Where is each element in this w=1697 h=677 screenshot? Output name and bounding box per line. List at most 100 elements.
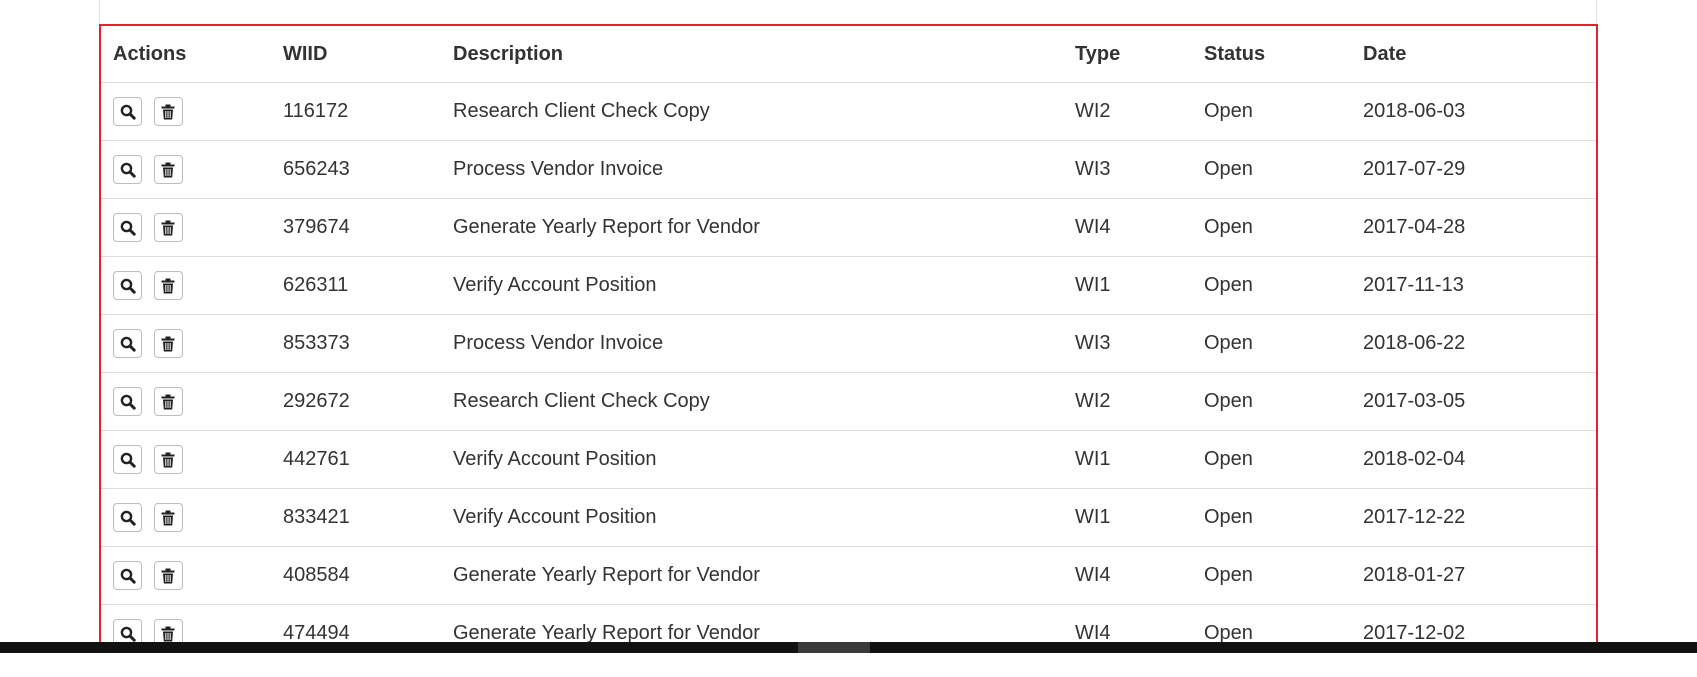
table-row: 853373 Process Vendor Invoice WI3 Open 2… — [101, 314, 1596, 373]
row-wiid: 116172 — [271, 82, 441, 141]
row-description: Verify Account Position — [441, 488, 1063, 547]
delete-button[interactable] — [153, 271, 183, 300]
row-status: Open — [1192, 82, 1351, 141]
trash-icon — [161, 626, 175, 641]
row-actions-cell — [101, 430, 271, 489]
row-description: Verify Account Position — [441, 256, 1063, 315]
trash-icon — [161, 162, 175, 177]
table-row: 116172 Research Client Check Copy WI2 Op… — [101, 82, 1596, 141]
row-actions-cell — [101, 488, 271, 547]
row-type: WI4 — [1063, 546, 1192, 605]
row-date: 2018-06-22 — [1351, 314, 1596, 373]
magnifier-icon — [120, 452, 136, 468]
row-description: Research Client Check Copy — [441, 372, 1063, 431]
row-actions-cell — [101, 546, 271, 605]
row-type: WI2 — [1063, 372, 1192, 431]
delete-button[interactable] — [153, 503, 183, 532]
row-wiid: 656243 — [271, 140, 441, 199]
magnifier-icon — [120, 220, 136, 236]
trash-icon — [161, 568, 175, 583]
row-wiid: 626311 — [271, 256, 441, 315]
view-button[interactable] — [113, 503, 142, 532]
work-items-page: Actions WIID Description Type Status Dat… — [0, 0, 1697, 677]
delete-button[interactable] — [153, 445, 183, 474]
row-type: WI1 — [1063, 256, 1192, 315]
row-date: 2018-02-04 — [1351, 430, 1596, 489]
trash-icon — [161, 452, 175, 467]
table-header-row: Actions WIID Description Type Status Dat… — [101, 26, 1596, 83]
view-button[interactable] — [113, 387, 142, 416]
row-type: WI3 — [1063, 140, 1192, 199]
magnifier-icon — [120, 568, 136, 584]
row-status: Open — [1192, 256, 1351, 315]
table-body: 116172 Research Client Check Copy WI2 Op… — [101, 82, 1596, 651]
row-status: Open — [1192, 372, 1351, 431]
row-type: WI3 — [1063, 314, 1192, 373]
row-date: 2018-01-27 — [1351, 546, 1596, 605]
magnifier-icon — [120, 336, 136, 352]
row-actions-cell — [101, 198, 271, 257]
column-header-type: Type — [1063, 26, 1192, 83]
trash-icon — [161, 104, 175, 119]
row-status: Open — [1192, 546, 1351, 605]
delete-button[interactable] — [153, 155, 183, 184]
row-wiid: 833421 — [271, 488, 441, 547]
row-type: WI2 — [1063, 82, 1192, 141]
row-description: Generate Yearly Report for Vendor — [441, 198, 1063, 257]
row-status: Open — [1192, 488, 1351, 547]
row-status: Open — [1192, 314, 1351, 373]
trash-icon — [161, 510, 175, 525]
column-header-date: Date — [1351, 26, 1596, 83]
row-description: Research Client Check Copy — [441, 82, 1063, 141]
delete-button[interactable] — [153, 97, 183, 126]
table-row: 379674 Generate Yearly Report for Vendor… — [101, 198, 1596, 257]
row-description: Generate Yearly Report for Vendor — [441, 546, 1063, 605]
row-wiid: 853373 — [271, 314, 441, 373]
delete-button[interactable] — [153, 387, 183, 416]
row-actions-cell — [101, 314, 271, 373]
work-items-table-container: Actions WIID Description Type Status Dat… — [99, 24, 1598, 653]
view-button[interactable] — [113, 213, 142, 242]
delete-button[interactable] — [153, 561, 183, 590]
view-button[interactable] — [113, 271, 142, 300]
view-button[interactable] — [113, 561, 142, 590]
row-wiid: 408584 — [271, 546, 441, 605]
view-button[interactable] — [113, 445, 142, 474]
magnifier-icon — [120, 394, 136, 410]
view-button[interactable] — [113, 97, 142, 126]
row-date: 2017-03-05 — [1351, 372, 1596, 431]
table-row: 626311 Verify Account Position WI1 Open … — [101, 256, 1596, 315]
row-description: Process Vendor Invoice — [441, 314, 1063, 373]
row-type: WI1 — [1063, 488, 1192, 547]
delete-button[interactable] — [153, 213, 183, 242]
table-row: 408584 Generate Yearly Report for Vendor… — [101, 546, 1596, 605]
view-button[interactable] — [113, 155, 142, 184]
row-type: WI4 — [1063, 198, 1192, 257]
trash-icon — [161, 220, 175, 235]
row-wiid: 442761 — [271, 430, 441, 489]
row-date: 2017-11-13 — [1351, 256, 1596, 315]
column-header-wiid: WIID — [271, 26, 441, 83]
row-actions-cell — [101, 82, 271, 141]
work-items-table: Actions WIID Description Type Status Dat… — [101, 26, 1596, 651]
row-date: 2017-12-22 — [1351, 488, 1596, 547]
row-status: Open — [1192, 430, 1351, 489]
column-header-status: Status — [1192, 26, 1351, 83]
row-description: Verify Account Position — [441, 430, 1063, 489]
magnifier-icon — [120, 162, 136, 178]
horizontal-scrollbar-thumb[interactable] — [798, 642, 870, 653]
row-wiid: 292672 — [271, 372, 441, 431]
magnifier-icon — [120, 278, 136, 294]
row-date: 2017-07-29 — [1351, 140, 1596, 199]
row-date: 2017-04-28 — [1351, 198, 1596, 257]
delete-button[interactable] — [153, 329, 183, 358]
trash-icon — [161, 278, 175, 293]
trash-icon — [161, 336, 175, 351]
view-button[interactable] — [113, 329, 142, 358]
table-row: 656243 Process Vendor Invoice WI3 Open 2… — [101, 140, 1596, 199]
row-actions-cell — [101, 372, 271, 431]
panel-top-edge — [99, 0, 1597, 24]
table-row: 292672 Research Client Check Copy WI2 Op… — [101, 372, 1596, 431]
row-date: 2018-06-03 — [1351, 82, 1596, 141]
row-actions-cell — [101, 256, 271, 315]
